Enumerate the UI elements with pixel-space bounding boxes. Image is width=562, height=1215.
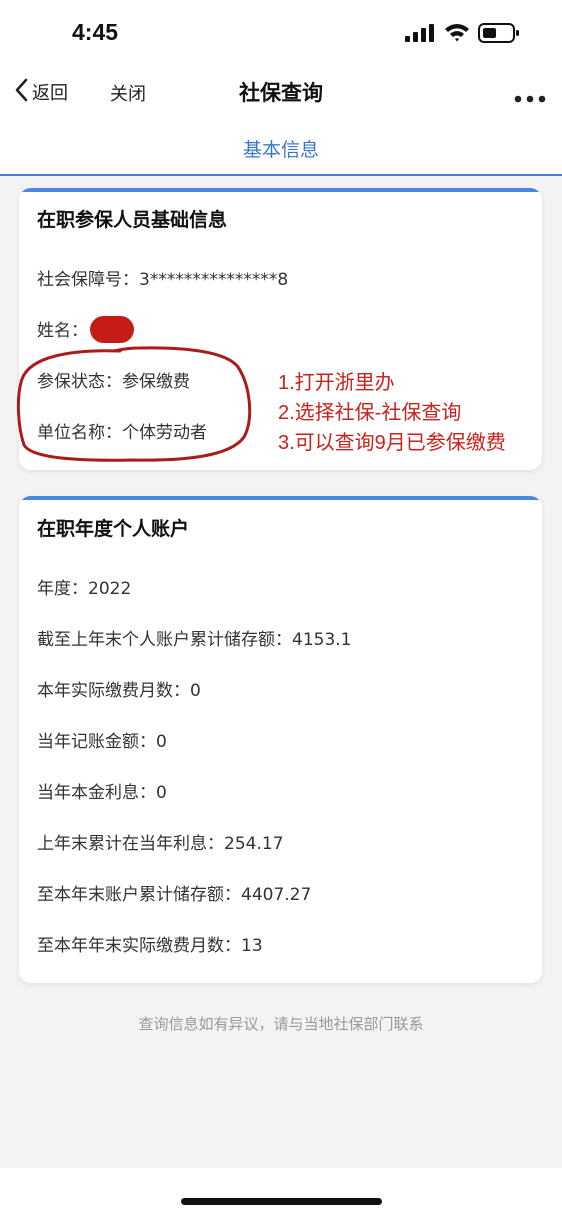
account-year: 年度：2022	[37, 579, 132, 599]
battery-icon	[478, 22, 520, 48]
carried-interest: 上年末累计在当年利息：254.17	[37, 834, 284, 854]
total-paid-months: 至本年年末实际缴费月数：13	[37, 936, 263, 956]
social-security-number: 社会保障号：3***************8	[37, 270, 289, 290]
annotation-line-3: 3.可以查询9月已参保缴费	[278, 432, 506, 454]
cellular-signal-icon	[405, 24, 435, 46]
status-bar: 4:45	[0, 0, 562, 66]
name-row: 姓名：	[37, 315, 134, 345]
year-end-balance: 至本年末账户累计储存额：4407.27	[37, 885, 312, 905]
paid-months-this-year: 本年实际缴费月数：0	[37, 681, 201, 701]
card-title: 在职参保人员基础信息	[37, 209, 228, 231]
tab-basic-info[interactable]: 基本信息	[0, 135, 562, 162]
status-time: 4:45	[72, 19, 119, 45]
credited-amount: 当年记账金额：0	[37, 732, 167, 752]
principal-interest: 当年本金利息：0	[37, 783, 167, 803]
employer-name: 单位名称：个体劳动者	[37, 423, 207, 443]
more-dots-icon[interactable]	[514, 88, 546, 107]
wifi-icon	[444, 22, 470, 46]
redacted-name	[90, 315, 134, 343]
annual-account-card: 在职年度个人账户 年度：2022 截至上年末个人账户累计储存额：4153.1 本…	[19, 496, 542, 983]
card-title: 在职年度个人账户	[37, 518, 190, 540]
annotation-line-1: 1.打开浙里办	[278, 372, 395, 394]
insured-status: 参保状态：参保缴费	[37, 372, 190, 392]
page-title: 社保查询	[239, 81, 323, 105]
nav-bar: 返回 关闭 社保查询	[0, 66, 562, 118]
tab-bar: 基本信息	[0, 118, 562, 176]
prior-year-balance: 截至上年末个人账户累计储存额：4153.1	[37, 630, 352, 650]
bottom-safe-area	[0, 1168, 562, 1215]
name-label: 姓名：	[37, 321, 88, 341]
annotation-line-2: 2.选择社保-社保查询	[278, 402, 462, 424]
home-indicator[interactable]	[181, 1198, 382, 1205]
footer-note: 查询信息如有异议，请与当地社保部门联系	[138, 1015, 424, 1033]
